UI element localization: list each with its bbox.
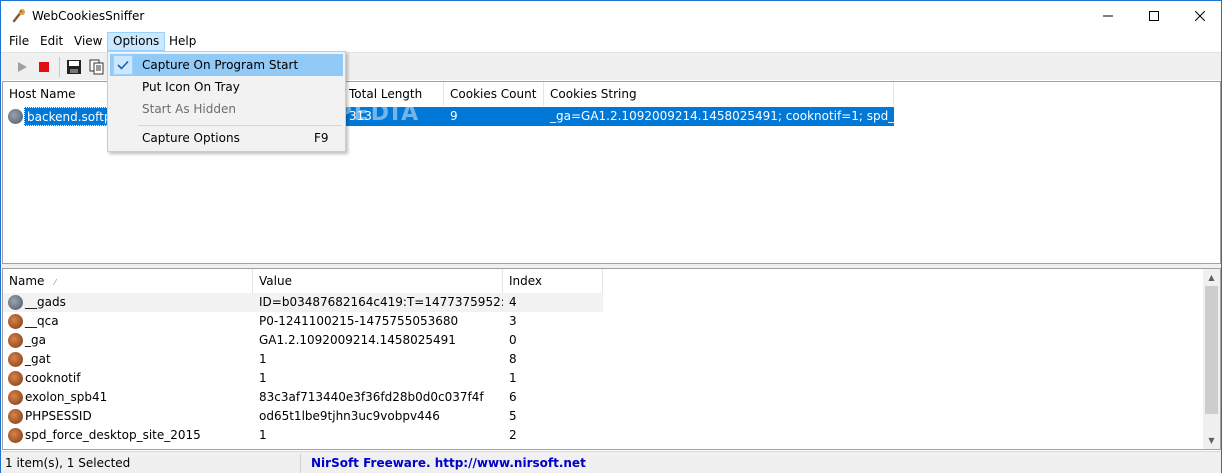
- cell-index: 1: [509, 371, 517, 385]
- menu-item-label: Put Icon On Tray: [142, 80, 240, 94]
- menu-separator: [138, 125, 342, 126]
- cell-host-name: backend.softpe: [24, 107, 109, 126]
- scroll-up-arrow-icon[interactable]: ▲: [1203, 269, 1220, 286]
- cell-value: ID=b03487682164c419:T=1477375952:S=AL...: [259, 295, 503, 309]
- cell-index: 2: [509, 428, 517, 442]
- status-bar: 1 item(s), 1 Selected NirSoft Freeware. …: [1, 451, 1221, 473]
- column-cookies-count[interactable]: Cookies Count: [444, 82, 544, 106]
- app-window: WebCookiesSniffer File Edit View Options…: [0, 0, 1222, 473]
- copy-button[interactable]: [87, 57, 107, 77]
- table-row[interactable]: __gads ID=b03487682164c419:T=1477375952:…: [3, 293, 603, 312]
- start-capture-button[interactable]: [12, 57, 32, 77]
- cell-total-length: 313: [343, 107, 444, 126]
- menu-item-shortcut: F9: [314, 131, 329, 145]
- cell-index: 0: [509, 333, 517, 347]
- save-icon: [67, 60, 81, 74]
- menu-item-label: Capture Options: [142, 131, 240, 145]
- maximize-icon: [1149, 11, 1159, 21]
- cell-value: GA1.2.1092009214.1458025491: [259, 333, 456, 347]
- scrollbar-thumb[interactable]: [1205, 286, 1218, 414]
- menu-bar: File Edit View Options Help: [1, 31, 1221, 51]
- scroll-down-arrow-icon[interactable]: ▼: [1203, 432, 1220, 449]
- column-index[interactable]: Index: [503, 269, 603, 293]
- menu-item-capture-on-start[interactable]: Capture On Program Start: [110, 54, 343, 76]
- cookies-list[interactable]: Name ⁄ Value Index __gads ID=b03487682164…: [2, 268, 1221, 450]
- cell-name: _ga: [25, 333, 46, 347]
- menu-options[interactable]: Options: [107, 32, 166, 51]
- stop-icon: [39, 62, 49, 72]
- cell-index: 8: [509, 352, 517, 366]
- table-row[interactable]: __qca P0-1241100215-1475755053680 3: [3, 312, 603, 331]
- cell-name: exolon_spb41: [25, 390, 108, 404]
- save-button[interactable]: [64, 57, 84, 77]
- column-total-length[interactable]: Total Length: [343, 82, 444, 106]
- play-icon: [18, 62, 27, 72]
- cell-value: 1: [259, 428, 267, 442]
- table-row[interactable]: _ga GA1.2.1092009214.1458025491 0: [3, 331, 603, 350]
- cell-name: __gads: [25, 295, 66, 309]
- cell-name: spd_force_desktop_site_2015: [25, 428, 201, 442]
- table-row[interactable]: spd_force_desktop_site_2015 1 2: [3, 426, 603, 445]
- cookie-app-icon: [11, 8, 27, 24]
- menu-item-label: Start As Hidden: [142, 102, 236, 116]
- minimize-icon: [1103, 15, 1113, 17]
- menu-item-put-icon-on-tray[interactable]: Put Icon On Tray: [110, 76, 343, 98]
- stop-capture-button[interactable]: [34, 57, 54, 77]
- toolbar-separator: [59, 57, 60, 77]
- cell-value: od65t1lbe9tjhn3uc9vobpv446: [259, 409, 440, 423]
- table-row[interactable]: exolon_spb41 83c3af713440e3f36fd28b0d0c0…: [3, 388, 603, 407]
- menu-edit[interactable]: Edit: [35, 32, 68, 51]
- vertical-scrollbar[interactable]: ▲ ▼: [1203, 269, 1220, 449]
- cell-name: _gat: [25, 352, 51, 366]
- menu-item-label: Capture On Program Start: [142, 58, 299, 72]
- column-name-label: Name: [9, 274, 45, 288]
- cell-value: 1: [259, 371, 267, 385]
- column-name[interactable]: Name ⁄: [3, 269, 253, 293]
- status-selection: 1 item(s), 1 Selected: [1, 454, 301, 473]
- cell-index: 5: [509, 409, 517, 423]
- cell-value: 1: [259, 352, 267, 366]
- menu-help[interactable]: Help: [164, 32, 201, 51]
- menu-file[interactable]: File: [4, 32, 34, 51]
- table-row[interactable]: PHPSESSID od65t1lbe9tjhn3uc9vobpv446 5: [3, 407, 603, 426]
- check-icon: [113, 55, 133, 75]
- cell-value: P0-1241100215-1475755053680: [259, 314, 459, 328]
- maximize-button[interactable]: [1131, 1, 1177, 31]
- cell-cookies-string: _ga=GA1.2.1092009214.1458025491; cooknot…: [544, 107, 894, 126]
- menu-view[interactable]: View: [69, 32, 107, 51]
- cell-index: 4: [509, 295, 517, 309]
- cell-name: cooknotif: [25, 371, 81, 385]
- table-row[interactable]: _gat 1 8: [3, 350, 603, 369]
- cell-name: PHPSESSID: [25, 409, 92, 423]
- close-icon: [1195, 11, 1205, 21]
- menu-item-capture-options[interactable]: Capture Options F9: [110, 127, 343, 149]
- minimize-button[interactable]: [1085, 1, 1131, 31]
- window-title: WebCookiesSniffer: [32, 9, 145, 23]
- column-value[interactable]: Value: [253, 269, 503, 293]
- menu-item-start-as-hidden: Start As Hidden: [110, 98, 343, 120]
- cell-cookies-count: 9: [444, 107, 544, 126]
- cookie-icon: [8, 109, 23, 124]
- cell-name: __qca: [25, 314, 59, 328]
- copy-icon: [89, 59, 104, 75]
- column-cookies-string[interactable]: Cookies String: [544, 82, 894, 106]
- options-menu-dropdown: Capture On Program Start Put Icon On Tra…: [107, 51, 346, 152]
- table-row[interactable]: cooknotif 1 1: [3, 369, 603, 388]
- cell-index: 3: [509, 314, 517, 328]
- cell-value: 83c3af713440e3f36fd28b0d0c037f4f: [259, 390, 484, 404]
- cell-index: 6: [509, 390, 517, 404]
- sort-ascending-icon: ⁄: [54, 278, 56, 287]
- title-bar[interactable]: WebCookiesSniffer: [1, 1, 1221, 31]
- close-button[interactable]: [1177, 1, 1222, 31]
- nirsoft-link[interactable]: NirSoft Freeware. http://www.nirsoft.net: [307, 454, 607, 473]
